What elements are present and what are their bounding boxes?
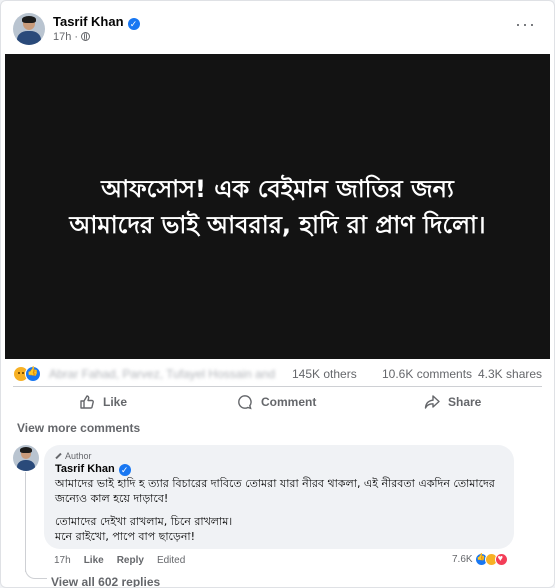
pencil-icon [55,452,62,460]
verified-badge-icon: ✓ [118,464,131,476]
post-meta: 17h · [53,31,91,43]
share-button[interactable]: Share [424,391,481,413]
comment-reactions[interactable]: 7.6K [452,553,508,566]
commenter-name[interactable]: Tasrif Khan [55,463,115,475]
comments-count[interactable]: 10.6K comments [382,367,472,381]
like-button[interactable]: Like [79,391,127,413]
post-card: Tasrif Khan ✓ 17h · ··· আফসোস! এক বেইমান … [0,0,555,588]
thread-connector [25,561,47,579]
comment-label: Comment [261,395,317,409]
comment-time[interactable]: 17h [54,555,71,566]
author-name[interactable]: Tasrif Khan [53,14,124,29]
post-header: Tasrif Khan ✓ 17h · ··· [1,1,554,53]
comment-icon [238,395,252,410]
view-replies-link[interactable]: View all 602 replies [51,575,160,587]
comment-text-paragraph-1: আমাদের ভাই হাদি হ ত্যার বিচারের দাবিতে ত… [55,477,495,505]
thumbs-up-icon [80,395,94,409]
comment-reaction-count: 7.6K [452,554,473,565]
globe-icon [81,32,91,41]
reactor-names: Abrar Fahad, Parvez, Tufayel Hossain and [49,367,276,381]
action-bar: Like Comment Share [13,386,542,414]
view-more-comments[interactable]: View more comments [17,421,140,435]
reaction-icons[interactable] [13,366,43,382]
comment-edited-label[interactable]: Edited [157,555,185,566]
comment-like-button[interactable]: Like [84,555,104,566]
author-badge: Author [55,451,92,461]
reaction-others-count[interactable]: 145K others [290,367,357,381]
post-time[interactable]: 17h [53,31,71,43]
reaction-summary: Abrar Fahad, Parvez, Tufayel Hossain and… [1,363,554,385]
author-avatar[interactable] [13,13,45,45]
comment-bubble: Author Tasrif Khan ✓ আমাদের ভাই হাদি হ ত্… [44,445,514,549]
image-text: আফসোস! এক বেইমান জাতির জন্য আমাদের ভাই আ… [5,171,550,243]
post-image[interactable]: আফসোস! এক বেইমান জাতির জন্য আমাদের ভাই আ… [5,54,550,359]
shares-count[interactable]: 4.3K shares [478,367,542,381]
more-options-icon[interactable]: ··· [515,15,536,33]
verified-badge-icon: ✓ [127,18,140,30]
comment-text-paragraph-2: তোমাদের দেইখা রাখলাম, চিনে রাখলাম। মনে র… [55,515,233,543]
share-label: Share [448,395,482,409]
like-reaction-icon [25,366,41,382]
thread-line [25,472,26,572]
comment-button[interactable]: Comment [237,391,316,413]
comment-meta: 17h Like Reply Edited [54,555,185,566]
comment-reply-button[interactable]: Reply [117,555,144,566]
love-reaction-icon [494,553,508,566]
share-icon [424,395,440,409]
commenter-avatar[interactable] [13,445,39,471]
author-badge-label: Author [65,451,92,461]
image-text-line-1: আফসোস! এক বেইমান জাতির জন্য [101,174,454,203]
like-label: Like [103,395,128,409]
image-text-line-2: আমাদের ভাই আবরার, হাদি রা প্রাণ দিলো। [69,210,486,239]
